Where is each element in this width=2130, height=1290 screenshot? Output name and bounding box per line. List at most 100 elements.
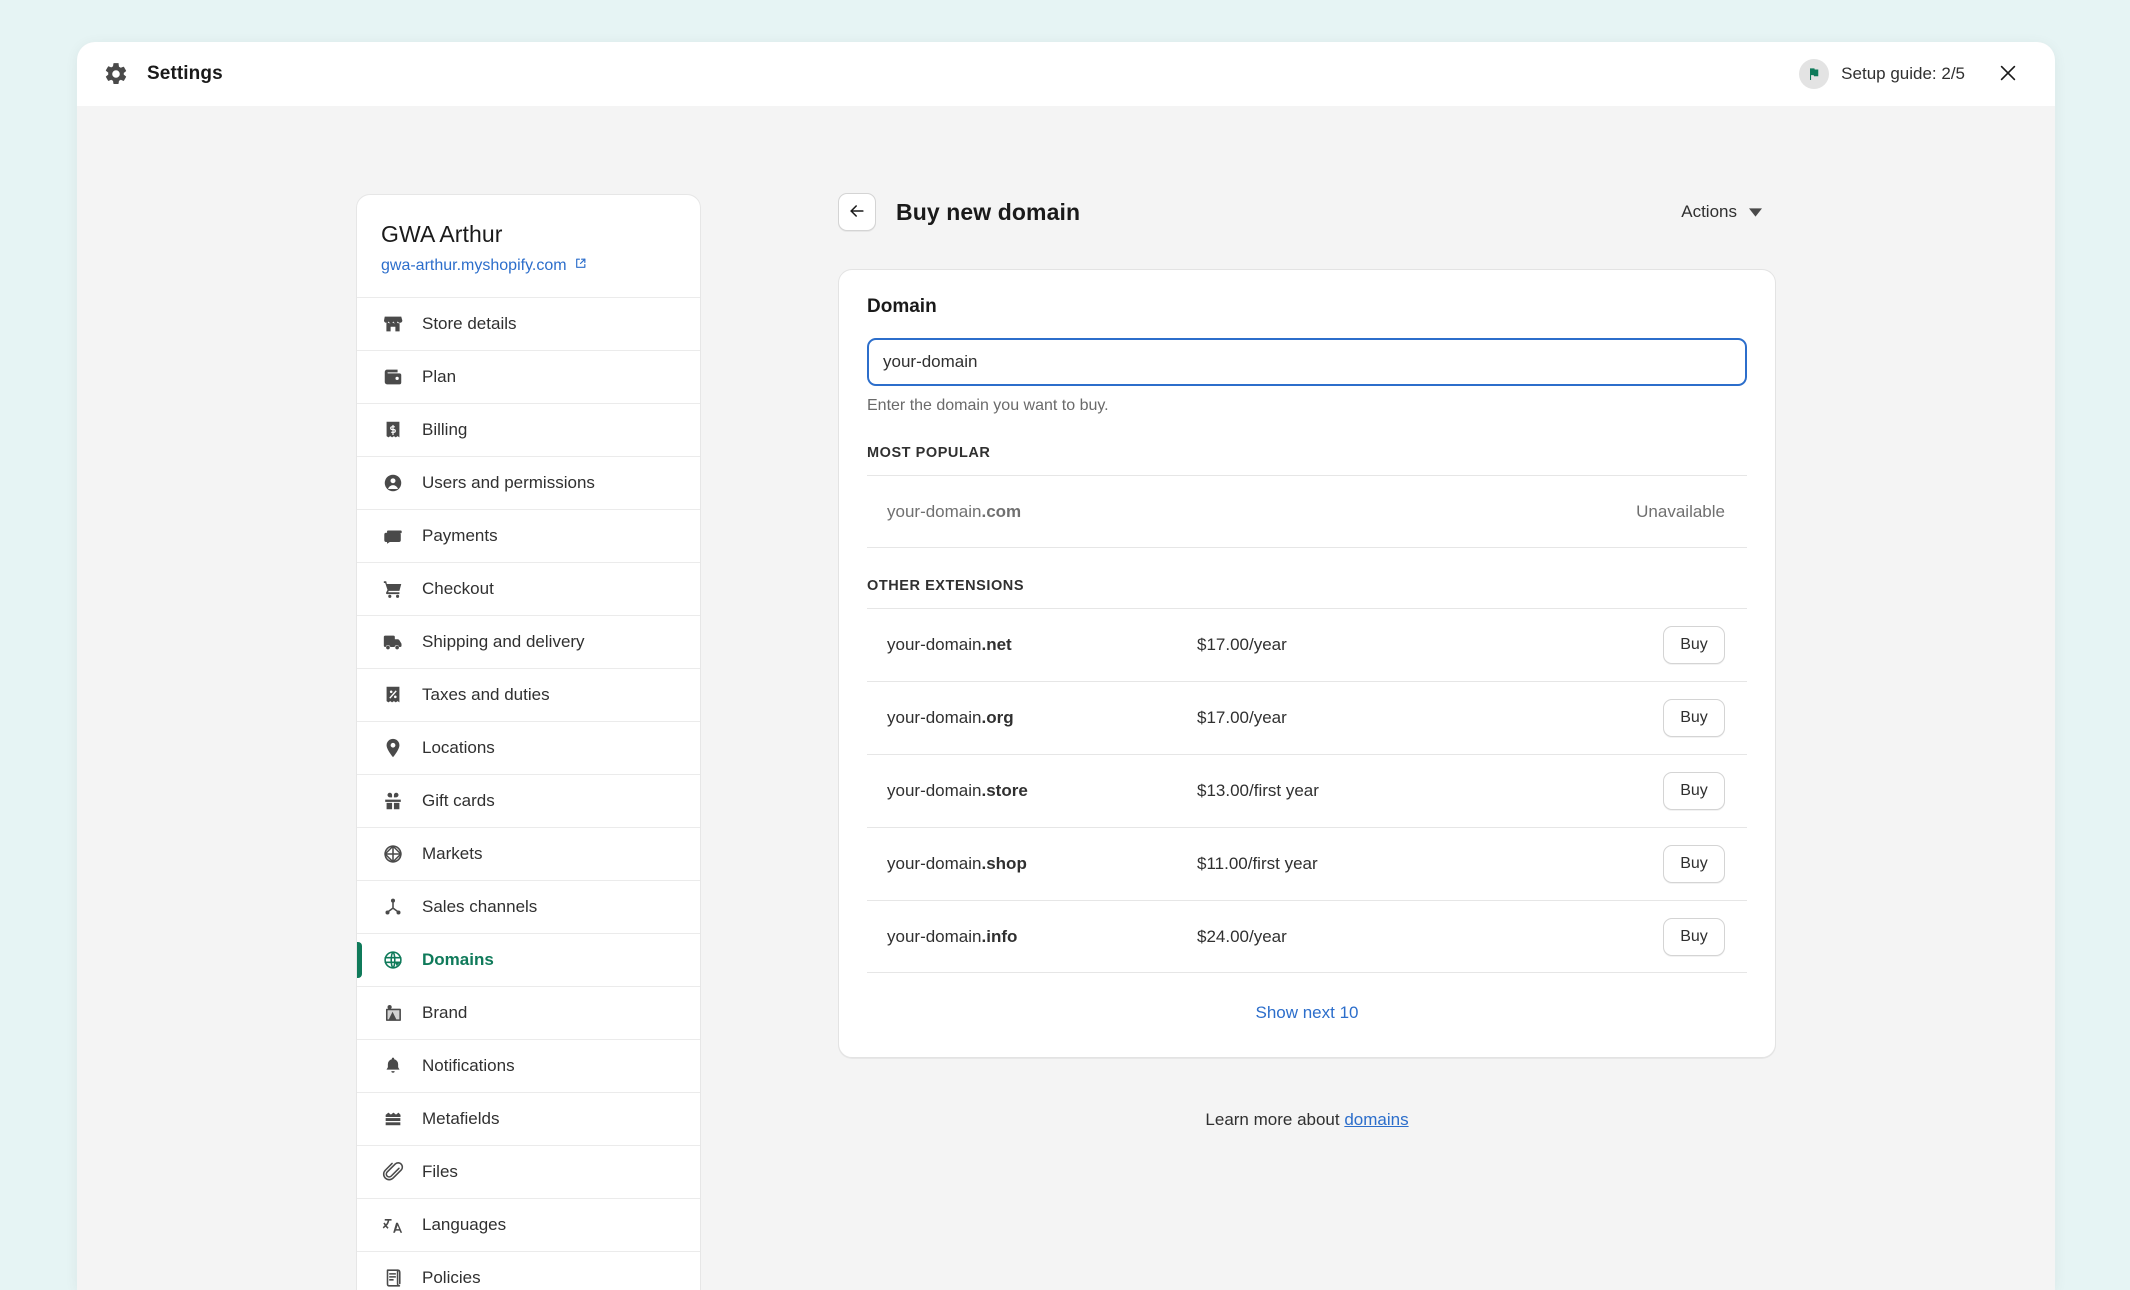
domain-base: your-domain: [887, 635, 982, 654]
sidebar-item-label: Plan: [422, 367, 457, 386]
map-pin-icon: [382, 737, 404, 759]
buy-new-domain-title: Buy new domain: [896, 198, 1081, 225]
domain-price: $13.00/first year: [1197, 781, 1319, 800]
sidebar-item-label: Policies: [422, 1268, 481, 1287]
domain-row: your-domain.store $13.00/first year Buy: [867, 754, 1747, 827]
actions-button[interactable]: Actions: [1675, 194, 1768, 230]
sidebar-item-label: Store details: [422, 314, 517, 333]
sidebar-item-label: Payments: [422, 526, 498, 545]
gear-icon: [103, 61, 129, 87]
back-button[interactable]: [838, 193, 876, 231]
sidebar-item-gift-cards[interactable]: Gift cards: [357, 774, 700, 827]
sidebar-item-label: Notifications: [422, 1056, 515, 1075]
domain-name: your-domain.net: [887, 635, 1197, 655]
translate-icon: [382, 1214, 404, 1236]
domain-helper-text: Enter the domain you want to buy.: [867, 397, 1109, 414]
topbar-right: Setup guide: 2/5: [1799, 57, 2025, 91]
sidebar-item-label: Billing: [422, 420, 468, 439]
sidebar-item-plan[interactable]: Plan: [357, 350, 700, 403]
bell-icon: [382, 1055, 404, 1077]
sidebar-item-label: Locations: [422, 738, 495, 757]
credit-card-icon: [382, 525, 404, 547]
setup-guide-label: Setup guide: 2/5: [1841, 64, 1965, 83]
sidebar-item-label: Shipping and delivery: [422, 632, 585, 651]
store-url-text: gwa-arthur.myshopify.com: [381, 257, 567, 274]
sidebar-item-label: Users and permissions: [422, 473, 595, 492]
buy-button[interactable]: Buy: [1663, 699, 1725, 737]
external-link-icon: [574, 257, 587, 275]
learn-more-prefix: Learn more about: [1205, 1110, 1345, 1129]
store-url-link[interactable]: gwa-arthur.myshopify.com: [381, 257, 587, 275]
page-header: Buy new domain Actions: [838, 193, 1776, 231]
domain-row: your-domain.org $17.00/year Buy: [867, 681, 1747, 754]
paperclip-icon: [382, 1161, 404, 1183]
sidebar-item-users-and-permissions[interactable]: Users and permissions: [357, 456, 700, 509]
buy-button[interactable]: Buy: [1663, 772, 1725, 810]
sidebar-item-label: Gift cards: [422, 791, 495, 810]
domain-row: your-domain.net $17.00/year Buy: [867, 608, 1747, 681]
sidebar-item-label: Taxes and duties: [422, 685, 550, 704]
domain-name: your-domain.store: [887, 781, 1197, 801]
domain-row: your-domain.shop $11.00/first year Buy: [867, 827, 1747, 900]
sidebar-item-markets[interactable]: Markets: [357, 827, 700, 880]
close-button[interactable]: [1991, 57, 2025, 91]
sidebar-item-brand[interactable]: Brand: [357, 986, 700, 1039]
sidebar-item-store-details[interactable]: Store details: [357, 297, 700, 350]
domain-base: your-domain: [887, 926, 982, 946]
store-icon: [382, 313, 404, 335]
sales-channels-icon: [382, 896, 404, 918]
buy-button[interactable]: Buy: [1663, 917, 1725, 956]
domain-status: Unavailable: [1636, 501, 1725, 521]
learn-more-text: Learn more about domains: [838, 1110, 1776, 1130]
most-popular-label: MOST POPULAR: [867, 445, 991, 461]
other-extensions-list: your-domain.net $17.00/year Buy your-domain…: [867, 608, 1747, 973]
settings-modal: Settings Setup guide: 2/5 GWA Arthur gwa…: [77, 42, 2055, 1290]
show-next-button[interactable]: Show next 10: [1255, 1003, 1358, 1023]
image-icon: [382, 1002, 404, 1024]
store-name: GWA Arthur: [381, 221, 503, 247]
domain-tld: .shop: [981, 854, 1027, 873]
sidebar-item-label: Sales channels: [422, 897, 538, 916]
sidebar-item-metafields[interactable]: Metafields: [357, 1092, 700, 1145]
sidebar-item-label: Files: [422, 1162, 458, 1181]
domain-input[interactable]: [867, 338, 1747, 386]
sidebar-item-notifications[interactable]: Notifications: [357, 1039, 700, 1092]
sidebar-item-shipping-and-delivery[interactable]: Shipping and delivery: [357, 615, 700, 668]
delivery-truck-icon: [382, 631, 404, 653]
domain-tld: .com: [981, 501, 1022, 521]
buy-button[interactable]: Buy: [1663, 626, 1725, 664]
most-popular-list: your-domain.com Unavailable: [867, 475, 1747, 548]
page-title: Settings: [147, 63, 223, 84]
domain-base: your-domain: [887, 708, 982, 727]
sidebar-item-label: Checkout: [422, 579, 494, 598]
store-header: GWA Arthur gwa-arthur.myshopify.com: [357, 195, 700, 297]
gift-icon: [382, 790, 404, 812]
sidebar-item-checkout[interactable]: Checkout: [357, 562, 700, 615]
chevron-down-icon: [1749, 202, 1762, 222]
sidebar-item-sales-channels[interactable]: Sales channels: [357, 880, 700, 933]
sidebar-item-domains[interactable]: Domains: [357, 933, 700, 986]
sidebar-item-locations[interactable]: Locations: [357, 721, 700, 774]
wallet-icon: [382, 366, 404, 388]
domain-name: your-domain.shop: [887, 854, 1197, 874]
sidebar-item-taxes-and-duties[interactable]: Taxes and duties: [357, 668, 700, 721]
receipt-percent-icon: [382, 684, 404, 706]
domain-base: your-domain: [887, 501, 982, 521]
sidebar-item-files[interactable]: Files: [357, 1145, 700, 1198]
setup-guide-button[interactable]: Setup guide: 2/5: [1799, 59, 1965, 89]
buy-button[interactable]: Buy: [1663, 845, 1725, 883]
shopping-cart-icon: [382, 578, 404, 600]
actions-label: Actions: [1681, 202, 1737, 221]
scroll-document-icon: [382, 1267, 404, 1289]
sidebar-item-label: Markets: [422, 844, 483, 863]
sidebar-item-payments[interactable]: Payments: [357, 509, 700, 562]
main-content: Buy new domain Actions Domain Enter the …: [701, 193, 1776, 1290]
content-columns: GWA Arthur gwa-arthur.myshopify.com Stor…: [356, 193, 1776, 1290]
sidebar-item-policies[interactable]: Policies: [357, 1251, 700, 1290]
sidebar-nav: Store details Plan Billing Users and permis…: [357, 297, 700, 1290]
sidebar-item-languages[interactable]: Languages: [357, 1198, 700, 1251]
domain-base: your-domain: [887, 854, 982, 873]
sidebar-item-billing[interactable]: Billing: [357, 403, 700, 456]
domains-link[interactable]: domains: [1344, 1110, 1408, 1129]
person-circle-icon: [382, 472, 404, 494]
